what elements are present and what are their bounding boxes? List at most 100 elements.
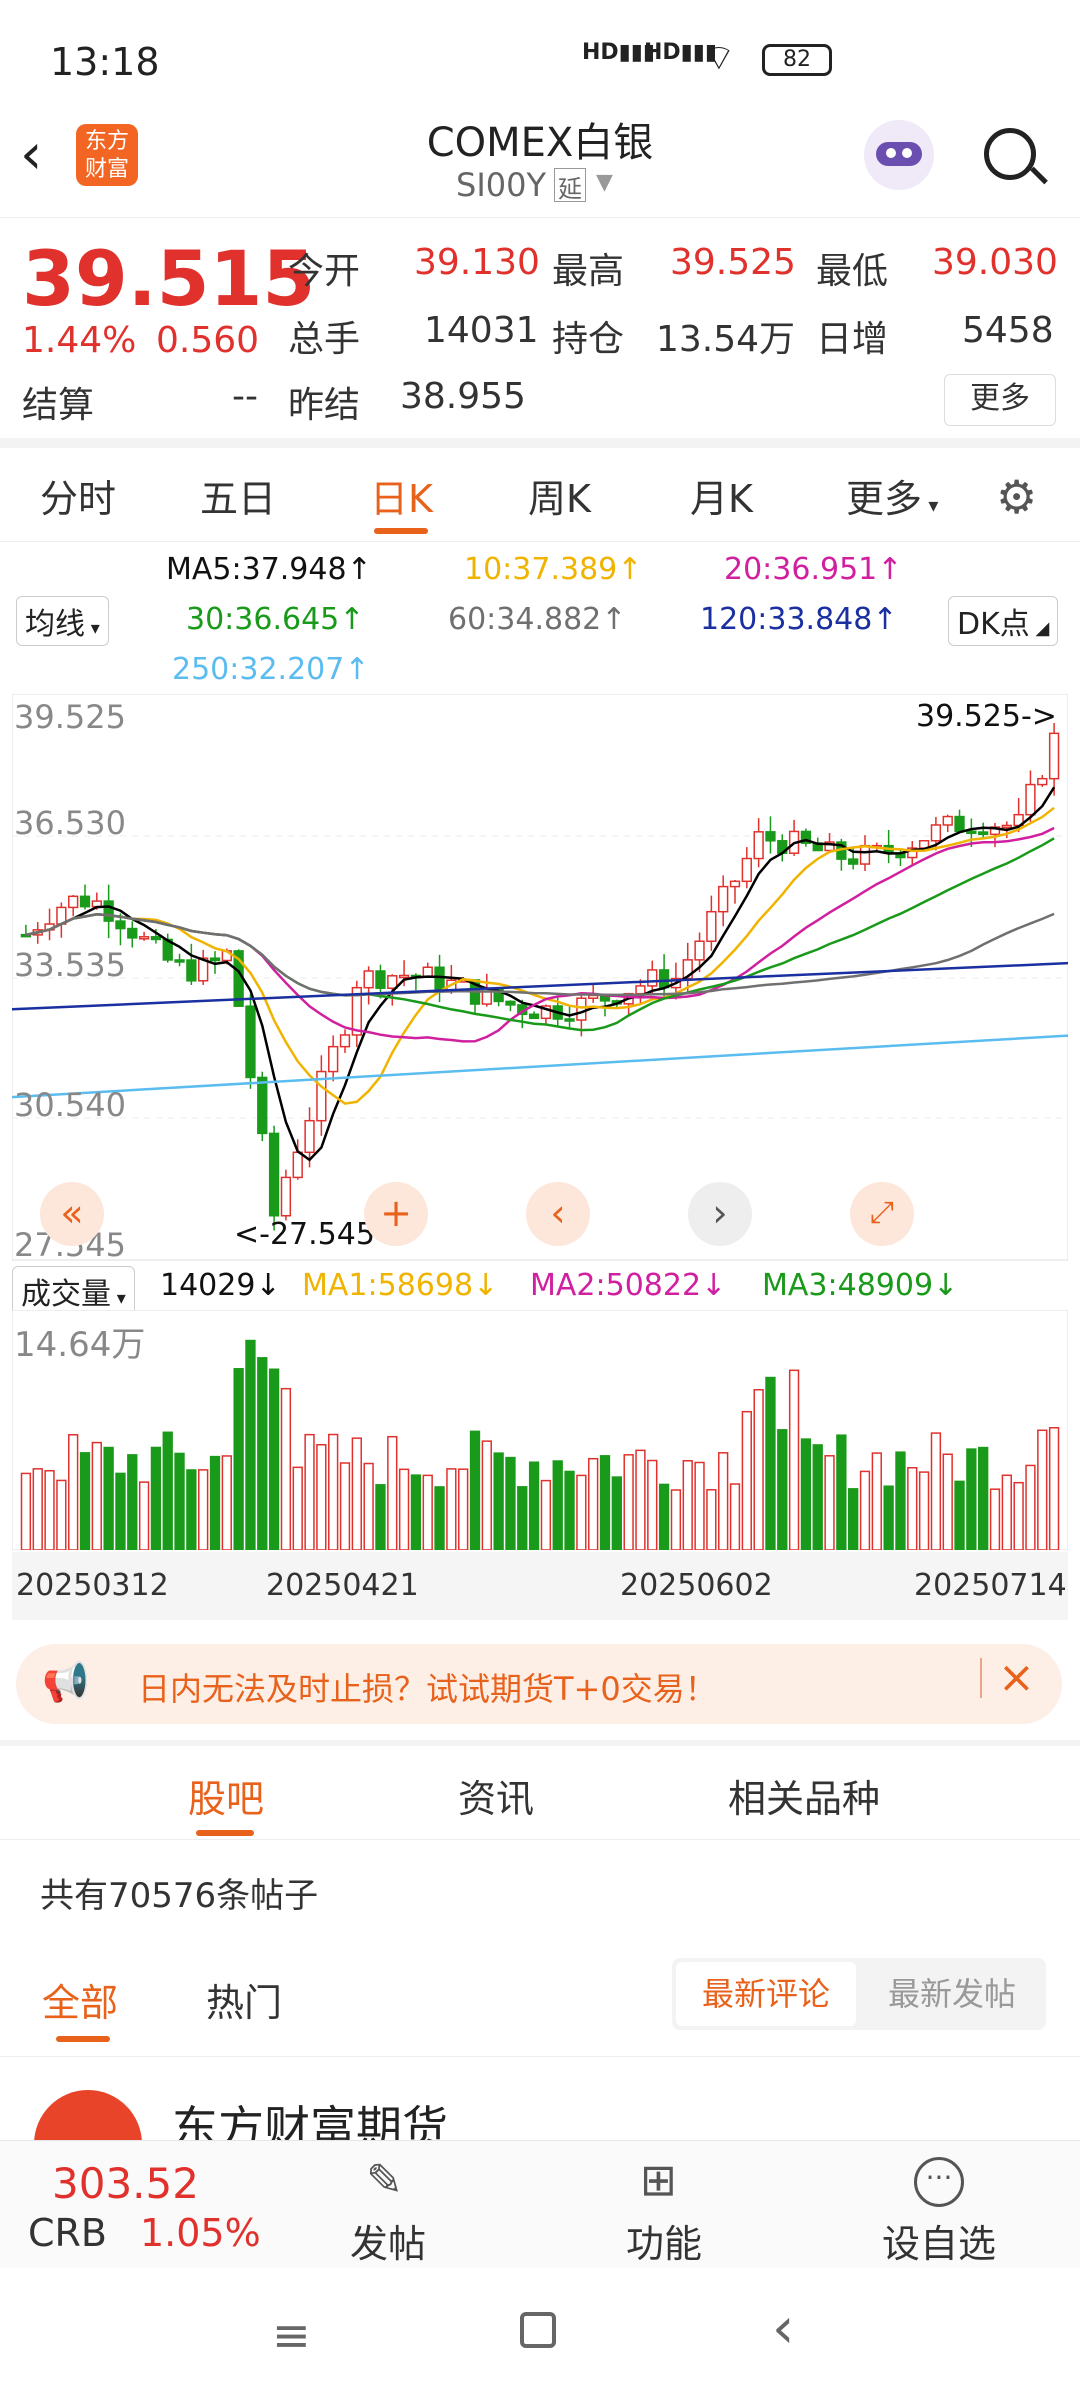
candle-body [398,974,410,979]
crb-pct[interactable]: 1.05% [140,2211,261,2255]
settings-gear-icon[interactable]: ⚙ [996,470,1037,524]
crb-label[interactable]: CRB [28,2211,107,2255]
close-icon[interactable]: × [998,1652,1035,1703]
candle-body [859,844,871,865]
volume-bar [198,1469,209,1550]
volume-bar [1037,1429,1048,1550]
volume-bar [788,1369,800,1550]
low-value: 39.030 [932,242,1058,283]
volume-bar [907,1467,918,1550]
back-nav-icon[interactable]: ‹ [772,2296,794,2361]
volume-bar [871,1452,882,1550]
pan-right-icon[interactable]: › [688,1182,752,1246]
post-button[interactable]: 发帖 [350,2213,426,2268]
wifi-icon: ⌔ [702,38,736,79]
zoom-in-icon[interactable]: + [364,1182,428,1246]
candle-body [186,959,197,982]
volume-bar [280,1387,292,1550]
volume-bar [434,1486,445,1550]
candle-body [339,1034,351,1048]
home-icon[interactable] [520,2312,556,2348]
candle-body [848,858,859,865]
bottom-toolbar: 303.52 CRB 1.05% ✎ 发帖 ⊞ 功能 ··· 设自选 [0,2140,1080,2268]
volume-bar [611,1476,622,1550]
volume-selector[interactable]: 成交量 ▾ [12,1266,135,1316]
filter-hot[interactable]: 热门 [206,1972,282,2027]
quote-panel: 39.515 1.44% 0.560 结算 -- 今开 39.130 最高 39… [0,218,1080,448]
volume-bar [363,1462,374,1550]
volume-bar [989,1488,1001,1550]
tab-five-day[interactable]: 五日 [200,468,276,523]
more-button[interactable]: 更多 [944,374,1056,426]
kline-chart[interactable]: 39.525 36.530 33.535 30.540 27.545 39.52… [12,694,1068,1262]
volume-bar [44,1469,55,1550]
candle-body [1048,732,1060,780]
volume-bar [1048,1427,1060,1550]
tab-weekly-k[interactable]: 周K [528,468,591,523]
oi-value: 13.54万 [656,319,796,360]
volume-bar [576,1474,587,1550]
chevron-down-icon[interactable]: ▼ [596,170,613,195]
volume-bar [91,1441,102,1550]
tab-monthly-k[interactable]: 月K [690,468,753,523]
tab-daily-k[interactable]: 日K [370,468,433,523]
volume-bar [694,1461,705,1550]
vol-ma1-value: MA1:58698↓ [302,1268,499,1303]
sort-latest-comment[interactable]: 最新评论 [676,1962,856,2026]
rewind-icon[interactable]: « [40,1182,104,1246]
tab-active-indicator [374,528,428,534]
robot-avatar-icon[interactable] [864,120,934,190]
filter-all[interactable]: 全部 [42,1972,118,2027]
volume-bar [328,1433,339,1550]
add-watchlist-button[interactable]: 设自选 [882,2213,996,2268]
volume-max-label: 14.64万 [14,1325,145,1365]
candle-body [103,900,114,922]
volume-bar [209,1455,221,1550]
prev-label: 昨结 [288,385,361,426]
tab-more[interactable]: 更多 ▾ [846,468,938,523]
grid-icon[interactable]: ⊞ [640,2155,677,2206]
candle-body [966,830,977,835]
pan-left-icon[interactable]: ‹ [526,1182,590,1246]
volume-bar [32,1468,43,1550]
volume-bar [942,1453,953,1550]
open-value: 39.130 [414,242,540,283]
tab-intraday[interactable]: 分时 [40,468,116,523]
search-icon[interactable] [984,128,1048,185]
volume-bar [162,1431,173,1550]
volume-chart[interactable]: 14.64万 [12,1310,1068,1550]
inc-label: 日增 [816,319,889,360]
volume-bar [753,1389,764,1550]
candle-body [576,997,587,1021]
dk-point-selector[interactable]: DK点 ◢ [948,596,1059,646]
candle-body [647,969,658,987]
candle-body [741,857,752,883]
candle-body [363,970,374,989]
volume-bar [458,1468,469,1550]
candle-body [280,1176,292,1217]
candle-body [304,1119,315,1154]
tab-news[interactable]: 资讯 [458,1768,534,1823]
ma-selector[interactable]: 均线 ▾ [16,596,109,646]
volume-bar [339,1462,351,1550]
tab-forum[interactable]: 股吧 [188,1768,264,1823]
fullscreen-icon[interactable]: ⤢ [850,1182,914,1246]
menu-icon[interactable]: ≡ [272,2308,311,2362]
tab-related[interactable]: 相关品种 [728,1768,880,1823]
function-button[interactable]: 功能 [626,2213,702,2268]
volume-bar [540,1479,552,1550]
candle-body [658,969,670,989]
max-price-label: 39.525-> [916,699,1057,734]
settle-value: -- [232,376,258,417]
edit-icon[interactable]: ✎ [366,2155,403,2206]
date-axis: 20250312 20250421 20250602 20250714 [12,1552,1068,1620]
sort-latest-post[interactable]: 最新发帖 [862,1962,1042,2026]
volume-bar [481,1440,492,1550]
volume-bar [930,1432,942,1550]
promo-banner[interactable]: 📢 日内无法及时止损？试试期货T+0交易！ × [16,1644,1062,1724]
volume-bar [127,1454,138,1550]
candle-body [765,831,776,842]
more-dots-icon[interactable]: ··· [914,2157,964,2207]
volume-bar [765,1376,776,1550]
crb-value[interactable]: 303.52 [52,2159,199,2208]
